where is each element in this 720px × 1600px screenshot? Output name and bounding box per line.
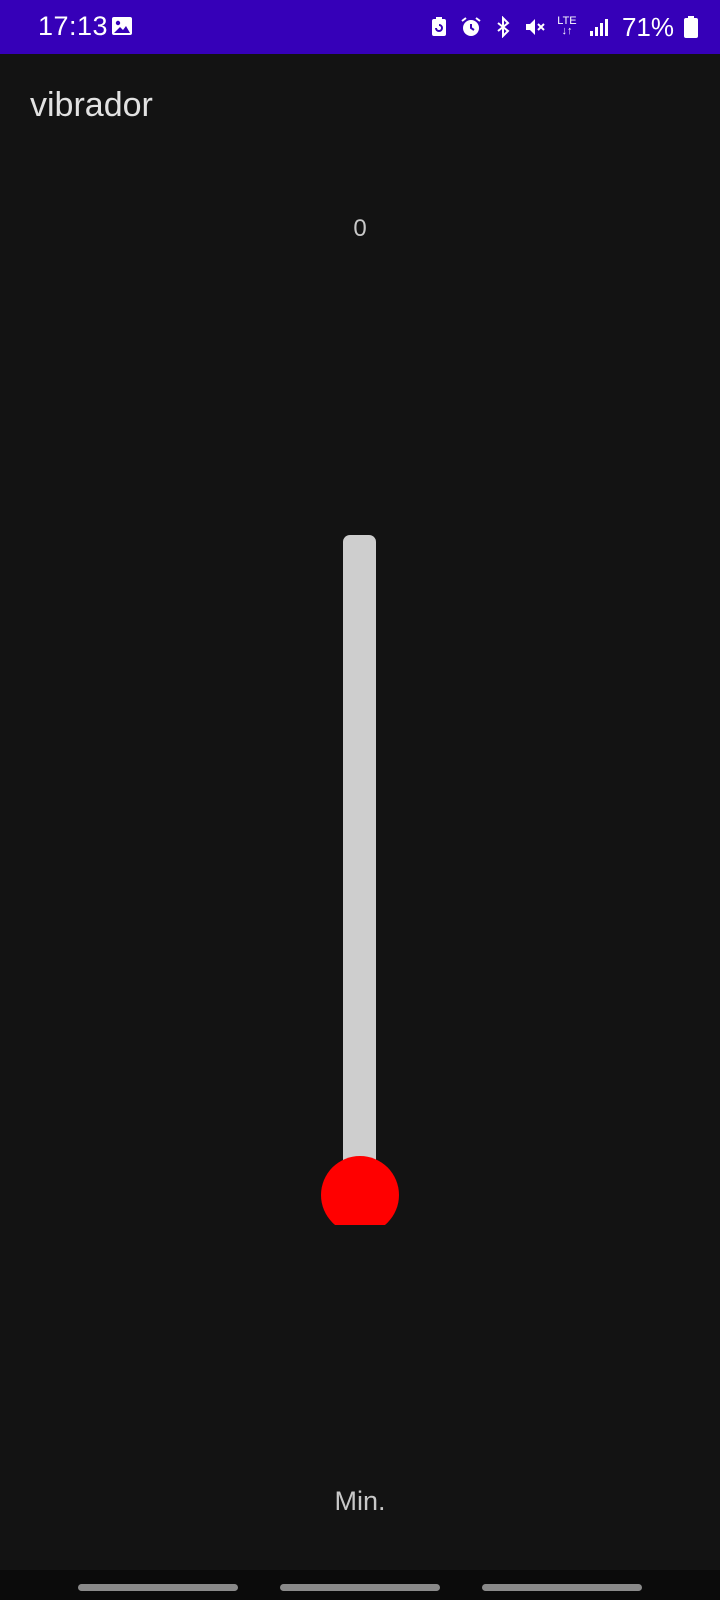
battery-saver-icon: [428, 16, 450, 38]
slider-value: 0: [353, 215, 367, 242]
slider-thumb[interactable]: [321, 1156, 399, 1225]
status-time: 17:13: [38, 11, 109, 41]
app-title: vibrador: [30, 86, 153, 124]
slider-track[interactable]: [343, 535, 376, 1160]
app-screen: 17:13 LTE ↓↑ 71% vibrador 0 Min.: [0, 0, 720, 1600]
mute-icon: [524, 16, 546, 38]
status-bar: 17:13 LTE ↓↑ 71%: [0, 0, 720, 54]
battery-percent: 71%: [621, 11, 674, 42]
alarm-icon: [460, 16, 482, 38]
nav-home-button[interactable]: [280, 1584, 440, 1591]
nav-back-button[interactable]: [482, 1584, 642, 1591]
gallery-icon: [111, 16, 133, 36]
status-icons: LTE ↓↑ 71%: [428, 10, 698, 44]
battery-icon: [684, 16, 698, 38]
slider-thumb-knob[interactable]: [321, 1156, 399, 1225]
lte-icon: LTE ↓↑: [557, 15, 577, 37]
nav-recents-button[interactable]: [78, 1584, 238, 1591]
bluetooth-icon: [492, 16, 514, 38]
signal-icon: [588, 16, 610, 38]
min-label: Min.: [334, 1486, 386, 1516]
